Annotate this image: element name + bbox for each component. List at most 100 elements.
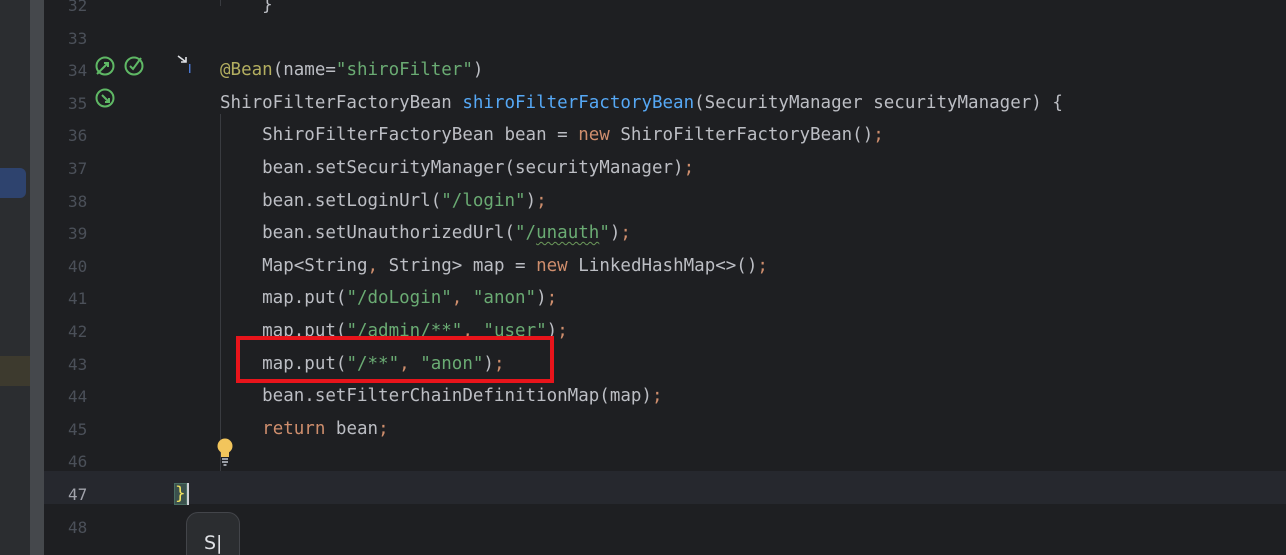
code-line[interactable]: 32 }	[44, 0, 1286, 22]
code-line[interactable]: 40 Map<String, String> map = new LinkedH…	[44, 250, 1286, 283]
code-token: new	[536, 255, 579, 276]
code-token: unauth	[536, 223, 600, 244]
line-number: 43	[68, 354, 88, 374]
code-token: shiroFilterFactoryBean	[462, 92, 695, 113]
bean-navigate-icon[interactable]	[94, 87, 116, 109]
code-token: "/login"	[441, 190, 526, 211]
implement-marker-icon[interactable]: I	[173, 52, 203, 76]
code-token: "	[599, 223, 610, 244]
line-number: 38	[68, 191, 88, 211]
code-token: )	[536, 288, 547, 309]
code-token: bean	[335, 418, 379, 439]
code-token: )	[525, 190, 537, 211]
code-token: )	[609, 223, 621, 244]
code-token: bean.setFilterChainDefinitionMap(map)	[220, 386, 652, 407]
code-text: bean.setSecurityManager(securityManager)…	[220, 152, 694, 185]
code-token: "/doLogin"	[346, 288, 452, 309]
code-token: ShiroFilterFactoryBean bean =	[220, 125, 579, 146]
code-line[interactable]: 33	[44, 22, 1286, 55]
code-line[interactable]: 34 @Bean(name="shiroFilter")	[44, 54, 1286, 87]
ide-window: 32 } 33 34 @Bean(name="shiroFilter") 35 Shiro…	[0, 0, 1286, 555]
project-panel[interactable]	[0, 0, 30, 555]
code-text: map.put("/doLogin", "anon");	[220, 282, 557, 315]
code-token: (SecurityManager securityManager) {	[694, 92, 1063, 113]
line-number: 48	[68, 517, 88, 537]
code-token: "shiroFilter"	[335, 60, 473, 81]
code-line[interactable]: 38 bean.setLoginUrl("/login");	[44, 185, 1286, 218]
svg-text:I: I	[188, 62, 192, 76]
code-text: }	[220, 0, 273, 22]
code-text: bean.setLoginUrl("/login");	[220, 185, 547, 218]
bean-navigate-icon[interactable]	[94, 55, 116, 77]
code-token: Map<String	[220, 255, 368, 276]
code-text: @Bean(name="shiroFilter")	[220, 54, 483, 87]
popup-text: S|	[204, 532, 223, 554]
code-token: bean.setSecurityManager(securityManager)	[220, 158, 684, 178]
closing-brace: }	[174, 483, 187, 505]
code-line[interactable]: 44 bean.setFilterChainDefinitionMap(map)…	[44, 380, 1286, 413]
code-token: ,	[399, 353, 421, 374]
line-number: 33	[68, 28, 88, 48]
code-text: Map<String, String> map = new LinkedHash…	[220, 250, 768, 283]
project-panel-highlight	[0, 356, 30, 386]
code-token: "/admin/**"	[346, 321, 463, 341]
completion-popup[interactable]: S|	[186, 512, 240, 555]
code-token: }	[220, 0, 273, 15]
code-token: )	[483, 353, 494, 374]
code-editor[interactable]: 32 } 33 34 @Bean(name="shiroFilter") 35 Shiro…	[44, 0, 1286, 555]
code-line[interactable]: 39 bean.setUnauthorizedUrl("/unauth");	[44, 217, 1286, 250]
code-line[interactable]: 36 ShiroFilterFactoryBean bean = new Shi…	[44, 119, 1286, 152]
code-token: @Bean	[220, 60, 273, 81]
code-token: ;	[536, 190, 547, 211]
code-token: )	[546, 321, 558, 341]
code-line[interactable]: 35 ShiroFilterFactoryBean shiroFilterFact…	[44, 87, 1286, 120]
code-token: ,	[367, 255, 389, 276]
lightbulb-icon[interactable]	[215, 437, 235, 467]
code-text: return bean;	[220, 413, 389, 446]
code-token: "user"	[483, 321, 547, 341]
code-line[interactable]: 41 map.put("/doLogin", "anon");	[44, 282, 1286, 315]
line-number: 32	[68, 0, 88, 15]
line-number: 46	[68, 452, 88, 472]
code-token: "/**"	[346, 353, 400, 374]
code-line[interactable]: 42 map.put("/admin/**", "user");	[44, 315, 1286, 348]
code-token: bean.setUnauthorizedUrl(	[220, 223, 516, 244]
code-token: ShiroFilterFactoryBean	[220, 92, 463, 113]
code-token: ;	[620, 223, 631, 244]
line-number: 45	[68, 419, 88, 439]
line-number: 42	[68, 322, 88, 341]
line-number: 44	[68, 387, 88, 407]
code-token: ;	[873, 125, 884, 146]
code-token: "anon"	[420, 353, 484, 374]
code-line[interactable]: 43 map.put("/**", "anon");	[44, 348, 1286, 381]
code-token: ;	[378, 418, 389, 439]
bean-check-icon[interactable]	[123, 54, 145, 76]
code-token: return	[262, 418, 336, 439]
code-token: ShiroFilterFactoryBean()	[620, 125, 874, 146]
panel-splitter[interactable]	[30, 0, 44, 555]
code-token: "/	[515, 223, 537, 244]
code-token: map.put(	[220, 353, 347, 374]
code-text: ShiroFilterFactoryBean shiroFilterFactor…	[220, 87, 1063, 120]
code-text: bean.setFilterChainDefinitionMap(map);	[220, 380, 662, 413]
code-token: map.put(	[220, 321, 347, 341]
code-line[interactable]: 47}	[44, 478, 1286, 511]
code-token: map.put(	[220, 288, 347, 309]
code-token: ,	[462, 321, 484, 341]
project-panel-selection[interactable]	[0, 168, 26, 198]
line-number: 39	[68, 224, 88, 244]
code-token: )	[472, 60, 484, 81]
code-token: ,	[451, 288, 473, 309]
code-token: ;	[493, 353, 505, 374]
code-token: ;	[757, 255, 768, 276]
code-token: bean.setLoginUrl(	[220, 190, 442, 211]
line-number: 37	[68, 159, 88, 178]
code-token: String> map =	[388, 255, 537, 276]
code-token: ;	[683, 158, 695, 178]
line-number: 40	[68, 256, 88, 276]
code-text: map.put("/admin/**", "user");	[220, 315, 568, 348]
code-token: LinkedHashMap<>()	[578, 255, 758, 276]
code-line[interactable]: 37 bean.setSecurityManager(securityManag…	[44, 152, 1286, 185]
code-text: ShiroFilterFactoryBean bean = new ShiroF…	[220, 119, 884, 152]
